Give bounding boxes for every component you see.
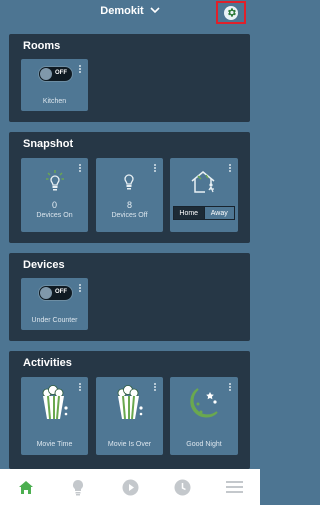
activity-tile-movie-time[interactable]: Movie Time [21, 377, 88, 455]
moon-stars-icon [184, 386, 222, 427]
room-name: Kitchen [42, 98, 67, 105]
devices-on-tile[interactable]: 0 Devices On [21, 158, 88, 232]
mode-home-option[interactable]: Home [174, 207, 204, 219]
devices-section: Devices OFF Under Counter [9, 253, 250, 341]
lightbulb-icon [73, 479, 83, 495]
devices-on-count: 0 [51, 200, 57, 210]
snapshot-title: Snapshot [23, 138, 74, 150]
nav-activities[interactable] [118, 475, 142, 499]
devices-off-label: Devices Off [111, 212, 148, 219]
activity-name: Good Night [186, 441, 222, 448]
more-options-icon[interactable] [229, 383, 232, 392]
more-options-icon[interactable] [229, 164, 232, 173]
activity-tile-good-night[interactable]: Good Night [170, 377, 238, 455]
activities-title: Activities [23, 357, 72, 369]
lightbulb-on-icon [46, 170, 64, 197]
devices-on-label: Devices On [36, 212, 73, 219]
toggle-state: OFF [55, 289, 67, 295]
toggle-knob [40, 68, 52, 80]
toggle-state: OFF [55, 70, 67, 76]
nav-home[interactable] [14, 475, 38, 499]
more-options-icon[interactable] [79, 65, 82, 74]
devices-off-count: 8 [126, 200, 132, 210]
more-options-icon[interactable] [154, 164, 157, 173]
more-options-icon[interactable] [79, 383, 82, 392]
home-away-switch[interactable]: Home Away [173, 206, 235, 220]
devices-off-tile[interactable]: 8 Devices Off [96, 158, 163, 232]
more-options-icon[interactable] [79, 284, 82, 293]
rooms-section: Rooms OFF Kitchen [9, 34, 250, 122]
clock-icon [174, 479, 190, 495]
mode-away-option[interactable]: Away [203, 207, 234, 219]
devices-title: Devices [23, 259, 65, 271]
nav-devices[interactable] [66, 475, 90, 499]
play-icon [122, 479, 138, 495]
device-tile-under-counter[interactable]: OFF Under Counter [21, 278, 88, 330]
activity-name: Movie Time [36, 441, 73, 448]
activities-section: Activities Movie Time Movie Is Over Good… [9, 351, 250, 469]
toggle-knob [40, 287, 52, 299]
home-icon [19, 480, 33, 494]
home-title: Demokit [100, 5, 144, 17]
nav-schedule[interactable] [170, 475, 194, 499]
snapshot-section: Snapshot 0 Devices On 8 Devices Off Home… [9, 132, 250, 243]
bottom-nav [0, 469, 260, 505]
popcorn-icon [39, 385, 69, 426]
under-counter-toggle[interactable]: OFF [38, 285, 73, 301]
popcorn-icon [114, 385, 144, 426]
device-name: Under Counter [31, 317, 78, 324]
more-options-icon[interactable] [154, 383, 157, 392]
chevron-down-icon [150, 5, 160, 17]
room-tile-kitchen[interactable]: OFF Kitchen [21, 59, 88, 111]
house-person-icon [190, 170, 218, 199]
app-header: Demokit [0, 0, 260, 30]
home-mode-tile: Home Away [170, 158, 238, 232]
more-options-icon[interactable] [79, 164, 82, 173]
activity-tile-movie-is-over[interactable]: Movie Is Over [96, 377, 163, 455]
lightbulb-off-icon [122, 171, 136, 196]
nav-menu[interactable] [222, 475, 246, 499]
settings-button[interactable] [216, 1, 246, 24]
kitchen-toggle[interactable]: OFF [38, 66, 73, 82]
gear-icon [224, 5, 238, 20]
activity-name: Movie Is Over [107, 441, 152, 448]
menu-icon [225, 481, 243, 493]
rooms-title: Rooms [23, 40, 61, 52]
